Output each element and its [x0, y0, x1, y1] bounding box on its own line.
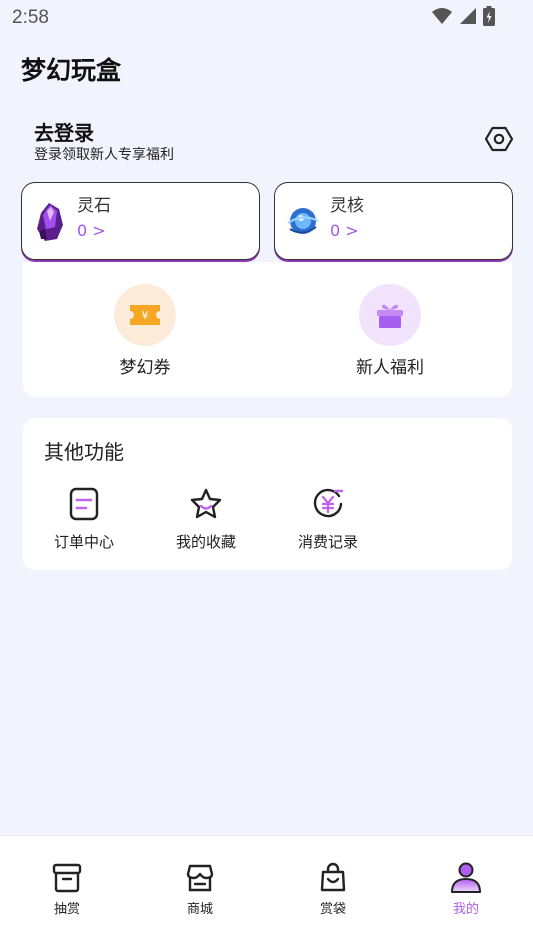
- signal-icon: [460, 8, 476, 24]
- tab-label: 抽赏: [53, 902, 80, 917]
- login-link[interactable]: 去登录: [34, 117, 94, 146]
- yuan-record-icon: [310, 486, 346, 522]
- perk-label: 新人福利: [356, 358, 424, 378]
- my-favorites-button[interactable]: 我的收藏: [161, 486, 251, 552]
- status-icons: [431, 6, 495, 26]
- tab-label: 商城: [186, 902, 213, 917]
- wallet-name: 灵石: [77, 196, 111, 216]
- settings-button[interactable]: [482, 122, 516, 156]
- spending-record-button[interactable]: 消费记录: [283, 486, 373, 552]
- func-label: 订单中心: [53, 533, 114, 551]
- page-title: 梦幻玩盒: [21, 56, 122, 85]
- tab-draw[interactable]: 抽赏: [27, 860, 107, 917]
- store-icon: [182, 860, 218, 896]
- tab-label: 赏袋: [319, 902, 346, 917]
- battery-icon: [483, 6, 495, 26]
- tab-store[interactable]: 商城: [160, 860, 240, 917]
- order-icon: [66, 486, 102, 522]
- ticket-icon: ¥: [114, 284, 176, 346]
- purple-crystal-icon: [37, 203, 63, 241]
- wallet-card-linghe[interactable]: 灵核 0 >: [274, 182, 513, 260]
- wallet-value[interactable]: 0 >: [77, 221, 106, 240]
- coupon-button[interactable]: ¥ 梦幻券: [85, 284, 205, 378]
- gift-icon: [359, 284, 421, 346]
- status-time: 2:58: [12, 7, 49, 28]
- bottom-tab-bar: 抽赏 商城 赏袋 我的: [0, 835, 533, 948]
- other-functions-panel: 其他功能 订单中心 我的收藏 消费记录: [23, 418, 512, 570]
- func-label: 消费记录: [297, 533, 358, 551]
- star-icon: [188, 486, 224, 522]
- wifi-icon: [432, 8, 452, 24]
- perks-panel: ¥ 梦幻券 新人福利: [23, 262, 512, 397]
- tab-label: 我的: [452, 902, 479, 917]
- profile-icon: [448, 860, 484, 896]
- order-center-button[interactable]: 订单中心: [39, 486, 129, 552]
- func-label: 我的收藏: [175, 533, 236, 551]
- newbie-benefit-button[interactable]: 新人福利: [330, 284, 450, 378]
- wallet-value[interactable]: 0 >: [330, 221, 359, 240]
- section-title: 其他功能: [44, 440, 124, 464]
- tab-bag[interactable]: 赏袋: [293, 860, 373, 917]
- settings-icon: [484, 126, 514, 152]
- status-bar: 2:58: [0, 0, 533, 36]
- bag-icon: [315, 860, 351, 896]
- wallet-card-lingshi[interactable]: 灵石 0 >: [21, 182, 260, 260]
- svg-text:¥: ¥: [142, 309, 149, 322]
- box-icon: [49, 860, 85, 896]
- tab-profile[interactable]: 我的: [426, 860, 506, 917]
- wallet-name: 灵核: [330, 196, 364, 216]
- blue-core-icon: [287, 208, 319, 234]
- login-subtitle: 登录领取新人专享福利: [34, 147, 174, 163]
- perk-label: 梦幻券: [119, 358, 171, 378]
